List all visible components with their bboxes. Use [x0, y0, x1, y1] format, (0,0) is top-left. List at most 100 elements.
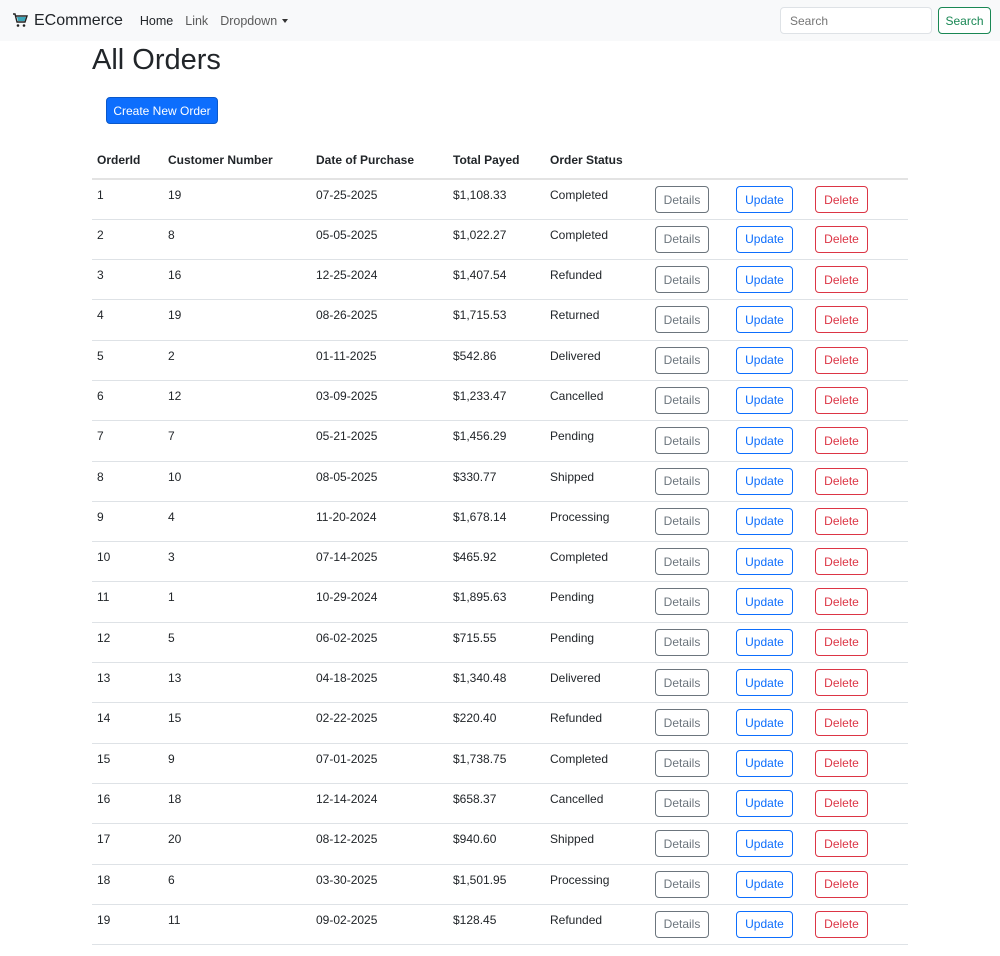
details-button[interactable]: Details	[655, 789, 709, 817]
search-input[interactable]	[780, 7, 932, 34]
delete-button[interactable]: Delete	[815, 266, 868, 294]
update-button[interactable]: Update	[736, 628, 793, 656]
customer-number-cell: 12	[163, 380, 311, 422]
actions-cell: Details Update Delete	[651, 259, 908, 301]
update-button[interactable]: Update	[736, 186, 793, 213]
delete-button[interactable]: Delete	[815, 588, 868, 616]
table-row: 10 3 07-14-2025 $465.92 Completed Details Upda…	[92, 541, 908, 583]
delete-button[interactable]: Delete	[815, 789, 868, 817]
details-button[interactable]: Details	[655, 346, 709, 374]
delete-button[interactable]: Delete	[815, 467, 868, 495]
details-button[interactable]: Details	[655, 588, 709, 616]
brand-link[interactable]: ECommerce	[12, 12, 123, 30]
details-button[interactable]: Details	[655, 628, 709, 656]
total-payed-cell: $1,738.75	[448, 743, 545, 784]
update-button[interactable]: Update	[736, 830, 793, 858]
details-button[interactable]: Details	[655, 749, 709, 777]
date-of-purchase-cell: 05-05-2025	[311, 219, 448, 261]
delete-button[interactable]: Delete	[815, 709, 868, 737]
order-id-cell: 3	[92, 259, 163, 301]
customer-number-cell: 19	[163, 179, 311, 220]
order-id-cell: 4	[92, 299, 163, 341]
update-button[interactable]: Update	[736, 427, 793, 455]
orders-table: OrderId Customer Number Date of Purchase To…	[92, 142, 908, 946]
delete-button[interactable]: Delete	[815, 427, 868, 455]
details-button[interactable]: Details	[655, 467, 709, 495]
order-status-cell: Delivered	[545, 340, 651, 381]
table-row: 11 1 10-29-2024 $1,895.63 Pending Details Upda…	[92, 581, 908, 623]
date-of-purchase-cell: 11-20-2024	[311, 501, 448, 543]
update-button[interactable]: Update	[736, 225, 793, 253]
details-button[interactable]: Details	[655, 548, 709, 576]
details-button[interactable]: Details	[655, 225, 709, 253]
table-row: 13 13 04-18-2025 $1,340.48 Delivered Details U…	[92, 662, 908, 704]
update-button[interactable]: Update	[736, 386, 793, 414]
total-payed-cell: $1,233.47	[448, 380, 545, 422]
details-button[interactable]: Details	[655, 709, 709, 737]
customer-number-cell: 8	[163, 219, 311, 261]
delete-button[interactable]: Delete	[815, 548, 868, 576]
delete-button[interactable]: Delete	[815, 749, 868, 777]
date-of-purchase-cell: 08-05-2025	[311, 461, 448, 502]
date-of-purchase-cell: 09-02-2025	[311, 904, 448, 946]
table-row: 17 20 08-12-2025 $940.60 Shipped Details Updat…	[92, 823, 908, 865]
total-payed-cell: $128.45	[448, 904, 545, 946]
update-button[interactable]: Update	[736, 266, 793, 294]
details-button[interactable]: Details	[655, 870, 709, 898]
update-button[interactable]: Update	[736, 588, 793, 616]
caret-down-icon	[282, 18, 289, 23]
details-button[interactable]: Details	[655, 669, 709, 697]
delete-button[interactable]: Delete	[815, 669, 868, 697]
details-button[interactable]: Details	[655, 427, 709, 455]
delete-button[interactable]: Delete	[815, 910, 868, 938]
update-button[interactable]: Update	[736, 507, 793, 535]
customer-number-cell: 19	[163, 299, 311, 341]
nav-dropdown-label: Dropdown	[220, 13, 278, 28]
actions-cell: Details Update Delete	[651, 219, 908, 261]
actions-cell: Details Update Delete	[651, 179, 908, 220]
delete-button[interactable]: Delete	[815, 628, 868, 656]
details-button[interactable]: Details	[655, 386, 709, 414]
delete-button[interactable]: Delete	[815, 225, 868, 253]
delete-button[interactable]: Delete	[815, 830, 868, 858]
update-button[interactable]: Update	[736, 709, 793, 737]
details-button[interactable]: Details	[655, 830, 709, 858]
update-button[interactable]: Update	[736, 789, 793, 817]
nav-link[interactable]: Link	[185, 14, 208, 28]
date-of-purchase-cell: 10-29-2024	[311, 581, 448, 623]
date-of-purchase-cell: 06-02-2025	[311, 622, 448, 664]
delete-button[interactable]: Delete	[815, 346, 868, 374]
details-button[interactable]: Details	[655, 266, 709, 294]
update-button[interactable]: Update	[736, 669, 793, 697]
update-button[interactable]: Update	[736, 467, 793, 495]
delete-button[interactable]: Delete	[815, 386, 868, 414]
update-button[interactable]: Update	[736, 548, 793, 576]
create-order-button[interactable]: Create New Order	[106, 97, 218, 124]
update-button[interactable]: Update	[736, 910, 793, 938]
total-payed-cell: $330.77	[448, 461, 545, 502]
update-button[interactable]: Update	[736, 870, 793, 898]
nav-home[interactable]: Home	[140, 14, 173, 28]
date-of-purchase-cell: 05-21-2025	[311, 420, 448, 462]
actions-header	[651, 142, 908, 180]
update-button[interactable]: Update	[736, 346, 793, 374]
actions-cell: Details Update Delete	[651, 702, 908, 744]
delete-button[interactable]: Delete	[815, 870, 868, 898]
actions-cell: Details Update Delete	[651, 783, 908, 825]
details-button[interactable]: Details	[655, 910, 709, 938]
details-button[interactable]: Details	[655, 186, 709, 213]
order-id-cell: 14	[92, 702, 163, 744]
update-button[interactable]: Update	[736, 749, 793, 777]
delete-button[interactable]: Delete	[815, 507, 868, 535]
order-id-cell: 5	[92, 340, 163, 381]
delete-button[interactable]: Delete	[815, 306, 868, 334]
nav-dropdown[interactable]: Dropdown	[220, 13, 289, 28]
delete-button[interactable]: Delete	[815, 186, 868, 213]
customer-number-cell: 1	[163, 581, 311, 623]
details-button[interactable]: Details	[655, 507, 709, 535]
details-button[interactable]: Details	[655, 306, 709, 334]
table-row: 5 2 01-11-2025 $542.86 Delivered Details Updat…	[92, 340, 908, 381]
update-button[interactable]: Update	[736, 306, 793, 334]
search-button[interactable]: Search	[938, 7, 991, 34]
customer-number-cell: 9	[163, 743, 311, 784]
